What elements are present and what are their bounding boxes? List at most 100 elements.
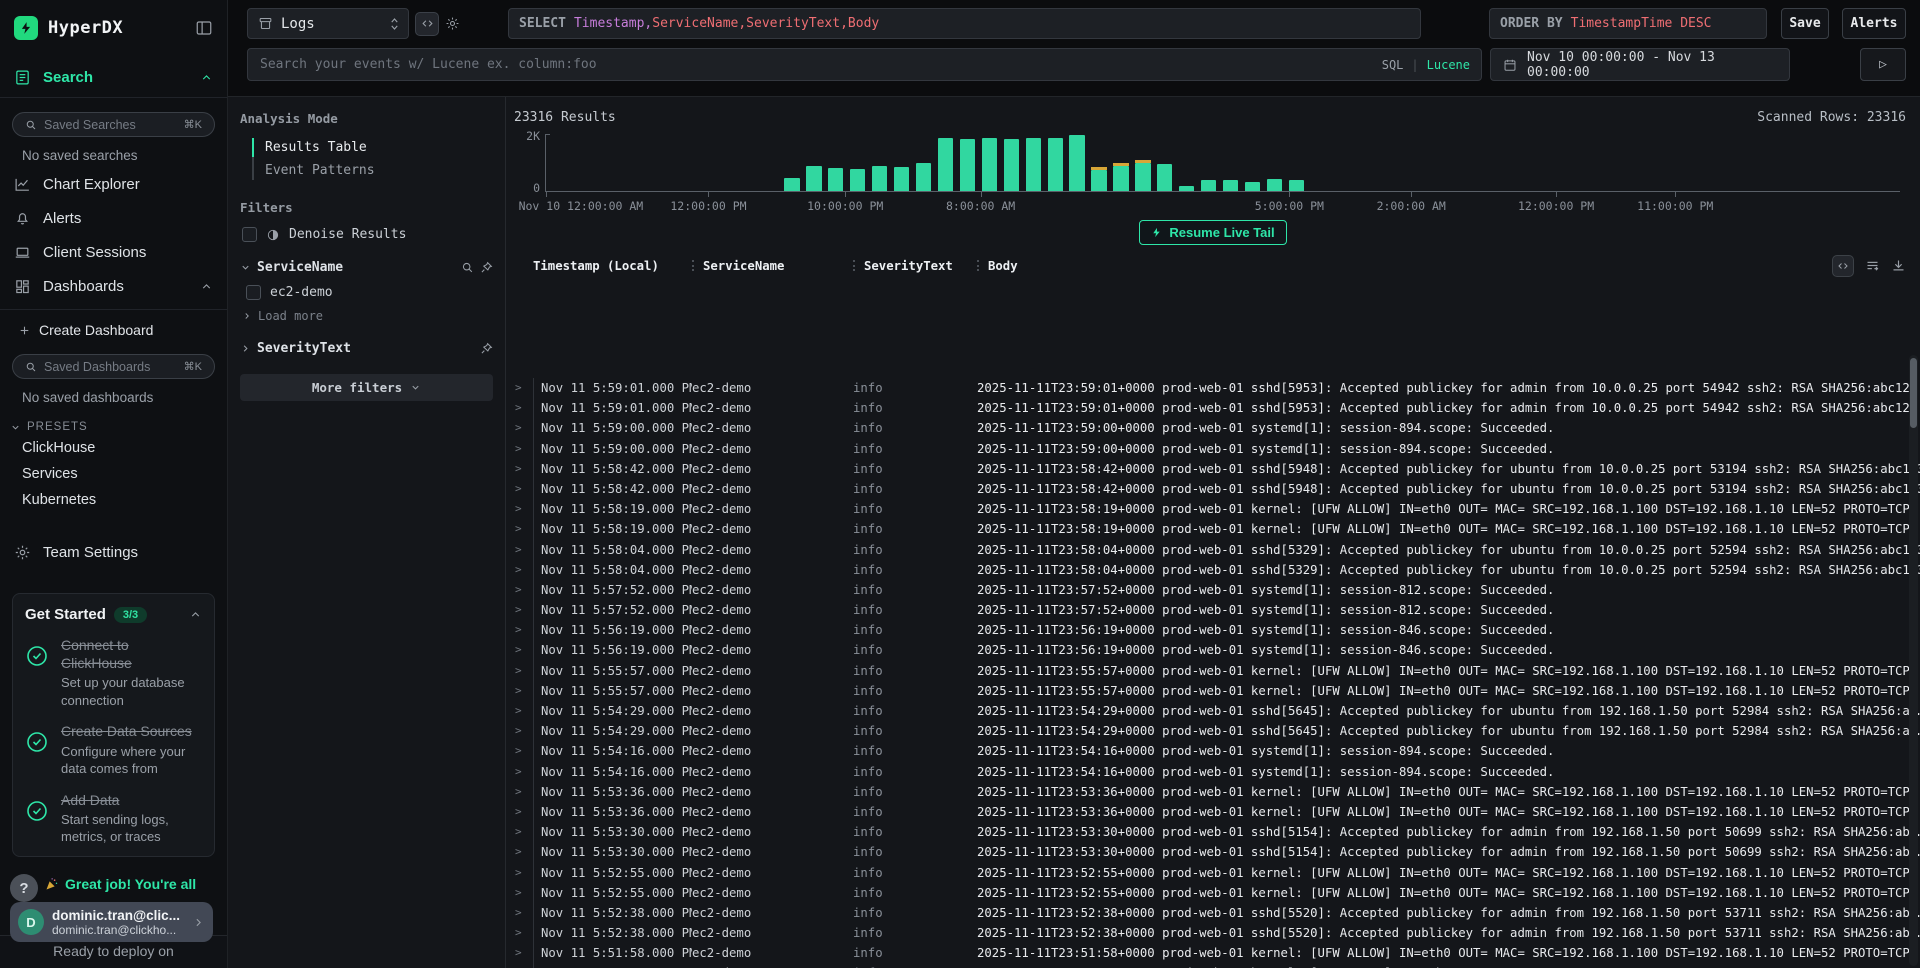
more-filters-button[interactable]: More filters (240, 374, 493, 401)
histogram-bar[interactable] (1157, 164, 1172, 191)
saved-searches-input[interactable]: Saved Searches ⌘K (12, 112, 215, 137)
date-range-picker[interactable]: Nov 10 00:00:00 - Nov 13 00:00:00 (1490, 48, 1790, 81)
orderby-input[interactable]: ORDER BY TimestampTime DESC (1489, 8, 1767, 39)
table-row[interactable]: > Nov 11 5:56:19.000 PM ec2-demo info 20… (506, 640, 1920, 660)
expand-row-icon[interactable]: > (506, 741, 533, 761)
table-row[interactable]: > Nov 11 5:52:55.000 PM ec2-demo info 20… (506, 863, 1920, 883)
expand-row-icon[interactable]: > (506, 519, 533, 539)
expand-row-icon[interactable]: > (506, 600, 533, 620)
scrollbar-thumb[interactable] (1910, 358, 1917, 428)
table-row[interactable]: > Nov 11 5:52:38.000 PM ec2-demo info 20… (506, 903, 1920, 923)
expand-row-icon[interactable]: > (506, 499, 533, 519)
sidebar-item-alerts[interactable]: Alerts (0, 201, 227, 235)
table-row[interactable]: > Nov 11 5:58:19.000 PM ec2-demo info 20… (506, 499, 1920, 519)
expand-row-icon[interactable]: > (506, 923, 533, 943)
column-resize-handle[interactable] (977, 260, 979, 271)
expand-row-icon[interactable]: > (506, 560, 533, 580)
histogram-bar[interactable] (806, 166, 821, 191)
table-row[interactable]: > Nov 11 5:59:01.000 PM ec2-demo info 20… (506, 398, 1920, 418)
histogram-bar[interactable] (1223, 180, 1238, 191)
expand-row-icon[interactable]: > (506, 842, 533, 862)
source-select[interactable]: Logs (247, 8, 409, 39)
language-sql[interactable]: SQL (1382, 58, 1404, 72)
denoise-checkbox[interactable] (242, 227, 257, 242)
get-started-item[interactable]: Create Data Sources Configure where your… (25, 722, 202, 777)
sql-editor-toggle-icon[interactable] (415, 12, 439, 36)
table-row[interactable]: > Nov 11 5:51:58.000 PM ec2-demo info 20… (506, 963, 1920, 968)
column-header-timestamp[interactable]: Timestamp (Local) (533, 259, 692, 273)
table-row[interactable]: > Nov 11 5:54:29.000 PM ec2-demo info 20… (506, 701, 1920, 721)
histogram-bar[interactable] (1004, 139, 1019, 191)
table-row[interactable]: > Nov 11 5:57:52.000 PM ec2-demo info 20… (506, 580, 1920, 600)
saved-dashboards-input[interactable]: Saved Dashboards ⌘K (12, 354, 215, 379)
table-row[interactable]: > Nov 11 5:52:55.000 PM ec2-demo info 20… (506, 883, 1920, 903)
mode-event-patterns[interactable]: Event Patterns (252, 159, 493, 182)
table-row[interactable]: > Nov 11 5:51:58.000 PM ec2-demo info 20… (506, 943, 1920, 963)
run-query-button[interactable]: ▷ (1860, 48, 1906, 81)
table-row[interactable]: > Nov 11 5:54:16.000 PM ec2-demo info 20… (506, 762, 1920, 782)
preset-clickhouse[interactable]: ClickHouse (0, 435, 227, 461)
search-input[interactable] (247, 48, 1482, 81)
histogram-bar[interactable] (1069, 135, 1084, 191)
histogram-bar[interactable] (938, 138, 953, 191)
table-row[interactable]: > Nov 11 5:54:16.000 PM ec2-demo info 20… (506, 741, 1920, 761)
column-resize-handle[interactable] (853, 260, 855, 271)
column-options-icon[interactable] (1865, 258, 1880, 273)
table-row[interactable]: > Nov 11 5:58:42.000 PM ec2-demo info 20… (506, 479, 1920, 499)
table-row[interactable]: > Nov 11 5:54:29.000 PM ec2-demo info 20… (506, 721, 1920, 741)
expand-row-icon[interactable]: > (506, 540, 533, 560)
expand-row-icon[interactable]: > (506, 661, 533, 681)
histogram-bar[interactable] (960, 139, 975, 191)
preset-services[interactable]: Services (0, 461, 227, 487)
table-row[interactable]: > Nov 11 5:59:00.000 PM ec2-demo info 20… (506, 439, 1920, 459)
expand-row-icon[interactable]: > (506, 903, 533, 923)
sidebar-item-team-settings[interactable]: Team Settings (0, 535, 227, 569)
histogram-bar[interactable] (784, 178, 799, 191)
select-columns-input[interactable]: SELECT Timestamp, ServiceName,SeverityTe… (508, 8, 1421, 39)
table-row[interactable]: > Nov 11 5:55:57.000 PM ec2-demo info 20… (506, 661, 1920, 681)
expand-row-icon[interactable]: > (506, 883, 533, 903)
table-row[interactable]: > Nov 11 5:58:19.000 PM ec2-demo info 20… (506, 519, 1920, 539)
sidebar-item-chart-explorer[interactable]: Chart Explorer (0, 167, 227, 201)
histogram-bar[interactable] (1179, 186, 1194, 191)
filter-group-servicename[interactable]: ServiceName (240, 260, 493, 275)
expand-row-icon[interactable]: > (506, 681, 533, 701)
table-row[interactable]: > Nov 11 5:57:52.000 PM ec2-demo info 20… (506, 600, 1920, 620)
expand-row-icon[interactable]: > (506, 963, 533, 968)
row-format-toggle-icon[interactable] (1832, 255, 1854, 277)
load-more-button[interactable]: Load more (242, 309, 493, 323)
histogram-bar[interactable] (1091, 170, 1106, 191)
results-scrollbar[interactable] (1909, 355, 1918, 966)
sidebar-item-client-sessions[interactable]: Client Sessions (0, 235, 227, 269)
table-row[interactable]: > Nov 11 5:58:42.000 PM ec2-demo info 20… (506, 459, 1920, 479)
histogram-bar[interactable] (1267, 179, 1282, 191)
expand-row-icon[interactable]: > (506, 943, 533, 963)
table-row[interactable]: > Nov 11 5:53:36.000 PM ec2-demo info 20… (506, 782, 1920, 802)
column-resize-handle[interactable] (692, 260, 694, 271)
pin-icon[interactable] (480, 261, 493, 274)
save-button[interactable]: Save (1781, 8, 1829, 39)
column-header-servicename[interactable]: ServiceName (692, 259, 853, 273)
expand-row-icon[interactable]: > (506, 822, 533, 842)
expand-row-icon[interactable]: > (506, 418, 533, 438)
expand-row-icon[interactable]: > (506, 863, 533, 883)
expand-row-icon[interactable]: > (506, 762, 533, 782)
histogram-bar[interactable] (1245, 182, 1260, 191)
filter-checkbox[interactable] (246, 285, 261, 300)
histogram-bar[interactable] (850, 169, 865, 192)
histogram-bar[interactable] (1289, 180, 1304, 191)
histogram-bar[interactable] (982, 138, 997, 191)
expand-row-icon[interactable]: > (506, 782, 533, 802)
alerts-button[interactable]: Alerts (1842, 8, 1906, 39)
pin-icon[interactable] (480, 342, 493, 355)
get-started-header[interactable]: Get Started 3/3 (25, 606, 202, 623)
table-row[interactable]: > Nov 11 5:52:38.000 PM ec2-demo info 20… (506, 923, 1920, 943)
expand-row-icon[interactable]: > (506, 802, 533, 822)
column-header-body[interactable]: Body (977, 259, 1920, 273)
query-settings-gear-icon[interactable] (445, 16, 460, 31)
histogram-bar[interactable] (1113, 166, 1128, 191)
sidebar-item-dashboards[interactable]: Dashboards (0, 269, 227, 303)
expand-row-icon[interactable]: > (506, 640, 533, 660)
filter-group-severitytext[interactable]: SeverityText (240, 341, 493, 356)
filter-search-icon[interactable] (461, 261, 474, 274)
